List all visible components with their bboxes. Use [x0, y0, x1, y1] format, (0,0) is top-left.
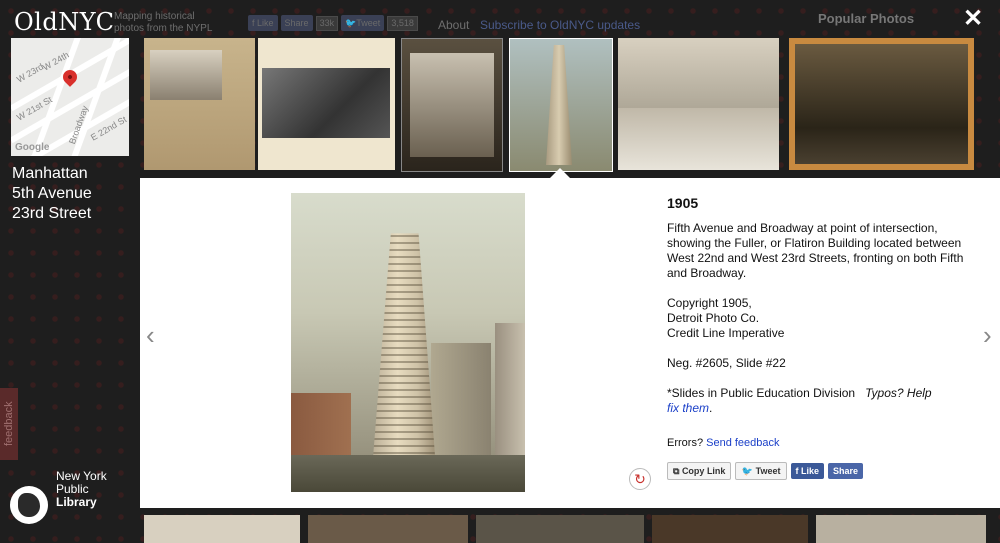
site-header: OldNYC Mapping historical photos from th… — [0, 0, 1000, 36]
thumbnail-image — [262, 68, 390, 138]
photo-description: Fifth Avenue and Broadway at point of in… — [667, 221, 964, 280]
twitter-bird-icon: 🐦 — [345, 18, 357, 28]
photo-thumbnail[interactable] — [144, 515, 300, 543]
negative-number: Neg. #2605, Slide #22 — [667, 356, 786, 370]
site-tagline: Mapping historical photos from the NYPL — [114, 11, 213, 34]
photo-thumbnail[interactable] — [816, 515, 986, 543]
photo-detail — [291, 455, 525, 492]
errors-label: Errors? — [667, 437, 704, 449]
photo-thumbnail-selected[interactable] — [509, 38, 613, 172]
subscribe-link[interactable]: Subscribe to OldNYC updates — [480, 18, 640, 32]
nypl-logo[interactable]: New York Public Library — [10, 470, 110, 532]
about-link[interactable]: About — [438, 18, 469, 32]
photo-thumbnail[interactable] — [618, 38, 779, 170]
link-icon: ⧉ — [673, 466, 682, 476]
nypl-lion-icon — [10, 486, 48, 524]
main-photo[interactable] — [291, 193, 525, 492]
photo-thumbnail[interactable] — [652, 515, 808, 543]
feedback-tab[interactable]: feedback — [0, 388, 18, 460]
selection-pointer — [550, 168, 570, 178]
nypl-wordmark: New York Public Library — [56, 470, 107, 509]
twitter-bird-icon: 🐦 — [741, 466, 753, 476]
thumbnail-image — [618, 108, 779, 170]
fix-suffix: . — [709, 401, 713, 415]
location-borough: Manhattan — [12, 165, 88, 182]
copyright-line: Detroit Photo Co. — [667, 311, 760, 325]
copy-link-button[interactable]: ⧉ Copy Link — [667, 462, 732, 480]
thumbnail-image — [795, 44, 968, 164]
thumbnail-image — [150, 50, 222, 100]
photo-info: 1905 Fifth Avenue and Broadway at point … — [667, 195, 967, 449]
thumbnail-image — [410, 53, 494, 157]
tweet-count: 3,518 — [387, 15, 418, 31]
popular-photos-link[interactable]: Popular Photos — [818, 11, 914, 26]
send-feedback-link[interactable]: Send feedback — [706, 437, 779, 449]
photo-thumbnail[interactable] — [144, 38, 255, 170]
facebook-like-button[interactable]: f Like — [790, 463, 825, 479]
thumbnail-image — [546, 45, 572, 165]
google-attribution: Google — [15, 142, 50, 153]
map-street-label: W 23rd — [15, 61, 46, 85]
rotate-icon[interactable]: ↻ — [629, 468, 651, 490]
next-photo-chevron-icon[interactable]: › — [983, 322, 992, 348]
facebook-share-button[interactable]: Share — [828, 463, 864, 479]
close-button[interactable]: ✕ — [960, 6, 986, 32]
previous-photo-chevron-icon[interactable]: ‹ — [146, 322, 155, 348]
copyright-line: Copyright 1905, — [667, 296, 752, 310]
fix-them-link[interactable]: fix them — [667, 401, 709, 415]
oldnyc-logo[interactable]: OldNYC — [14, 8, 115, 36]
photo-thumbnail[interactable] — [258, 38, 395, 170]
nypl-line: Library — [56, 495, 97, 509]
photo-thumbnail[interactable] — [308, 515, 468, 543]
photo-detail — [371, 233, 437, 483]
share-buttons: ⧉ Copy Link 🐦 Tweet f Like Share — [667, 462, 864, 480]
typos-label: Typos? Help — [865, 386, 932, 400]
header-share-button[interactable]: Share — [280, 15, 313, 31]
slides-note: *Slides in Public Education Division Typo… — [667, 386, 967, 416]
location-avenue: 5th Avenue — [12, 185, 92, 202]
photo-thumbnail[interactable] — [476, 515, 644, 543]
location-street: 23rd Street — [12, 205, 92, 222]
photo-year: 1905 — [667, 195, 699, 211]
header-tweet-button[interactable]: 🐦Tweet — [341, 15, 385, 31]
slides-note-text: *Slides in Public Education Division — [667, 386, 856, 400]
header-like-button[interactable]: f Like — [248, 15, 278, 31]
header-social: f Like Share 33k 🐦Tweet 3,518 — [248, 15, 418, 31]
photo-thumbnail[interactable] — [789, 38, 974, 170]
copyright-line: Credit Line Imperative — [667, 326, 785, 340]
location-label: Manhattan 5th Avenue 23rd Street — [12, 164, 92, 224]
like-count: 33k — [315, 15, 339, 31]
location-map[interactable]: W 24th W 21st St Broadway E 22nd St W 23… — [11, 38, 129, 156]
tweet-button[interactable]: 🐦 Tweet — [735, 462, 787, 480]
errors-row: Errors? Send feedback — [667, 437, 967, 449]
photo-thumbnail[interactable] — [401, 38, 503, 172]
